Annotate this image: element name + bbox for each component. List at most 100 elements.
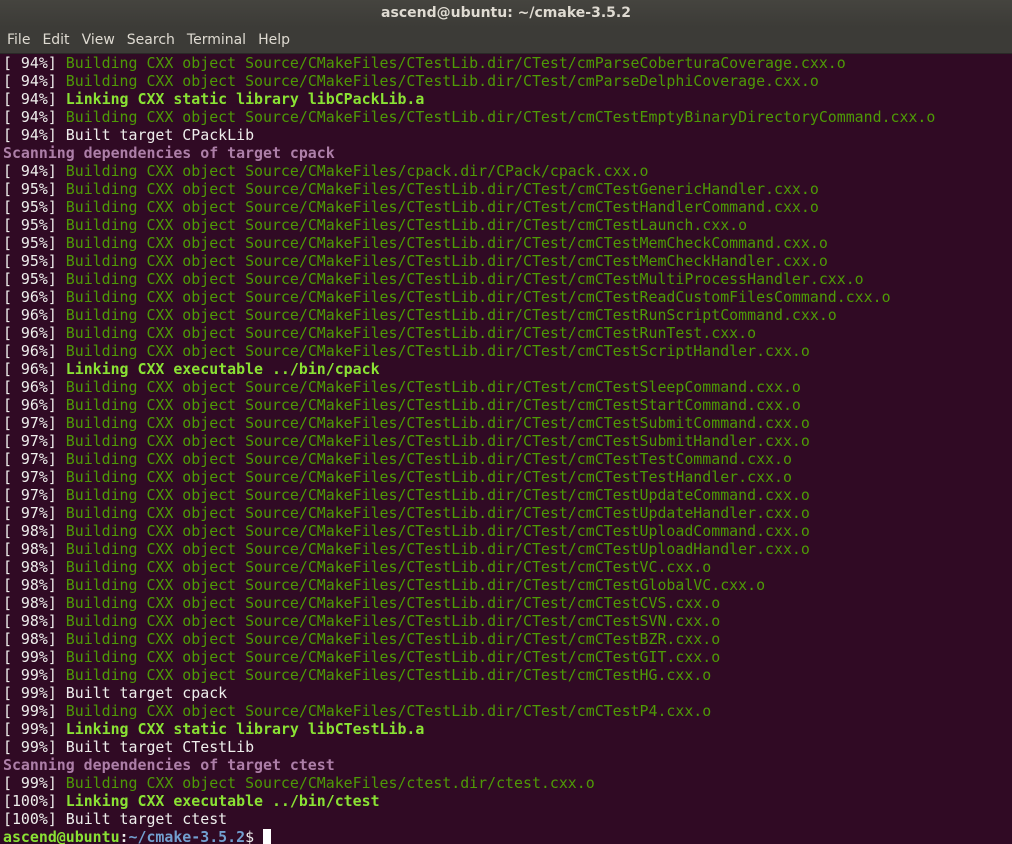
terminal-line: [ 95%] Building CXX object Source/CMakeF… [3,270,1009,288]
line-text: Building CXX object Source/CMakeFiles/CT… [65,540,810,558]
line-text: Building CXX object Source/CMakeFiles/CT… [65,342,810,360]
line-text: Built target CPackLib [65,126,255,144]
progress-percent: [ 96%] [3,288,66,306]
progress-percent: [ 98%] [3,576,66,594]
progress-percent: [ 99%] [3,666,66,684]
terminal-line: [ 97%] Building CXX object Source/CMakeF… [3,450,1009,468]
line-text: Building CXX object Source/CMakeFiles/CT… [65,378,801,396]
line-text: Building CXX object Source/CMakeFiles/CT… [65,216,748,234]
progress-percent: [ 96%] [3,396,66,414]
progress-percent: [ 94%] [3,162,66,180]
terminal-line: [ 99%] Built target CTestLib [3,738,1009,756]
progress-percent: [ 94%] [3,90,66,108]
progress-percent: [ 99%] [3,702,66,720]
progress-percent: [ 96%] [3,324,66,342]
menu-view[interactable]: View [77,27,120,54]
terminal-line: [ 98%] Building CXX object Source/CMakeF… [3,576,1009,594]
terminal-window: ascend@ubuntu: ~/cmake-3.5.2 File Edit Vie… [0,0,1012,844]
terminal-line: [100%] Built target ctest [3,810,1009,828]
line-text: Scanning dependencies of target cpack [3,144,335,162]
menu-file[interactable]: File [2,27,35,54]
terminal-line: [ 94%] Building CXX object Source/CMakeF… [3,162,1009,180]
line-text: Building CXX object Source/CMakeFiles/CT… [65,252,828,270]
line-text: Building CXX object Source/CMakeFiles/CT… [65,612,721,630]
terminal-line: Scanning dependencies of target cpack [3,144,1009,162]
line-text: Building CXX object Source/CMakeFiles/CT… [65,288,891,306]
line-text: Building CXX object Source/CMakeFiles/CT… [65,594,721,612]
shell-prompt[interactable]: ascend@ubuntu:~/cmake-3.5.2$ [3,828,1009,844]
progress-percent: [ 97%] [3,450,66,468]
line-text: Building CXX object Source/CMakeFiles/CT… [65,54,846,72]
progress-percent: [ 97%] [3,504,66,522]
terminal-line: [ 95%] Building CXX object Source/CMakeF… [3,216,1009,234]
terminal-line: [ 94%] Building CXX object Source/CMakeF… [3,72,1009,90]
line-text: Built target CTestLib [65,738,255,756]
terminal-line: [ 97%] Building CXX object Source/CMakeF… [3,486,1009,504]
line-text: Building CXX object Source/CMakeFiles/CT… [65,306,837,324]
terminal-line: [ 96%] Building CXX object Source/CMakeF… [3,342,1009,360]
progress-percent: [ 98%] [3,540,66,558]
line-text: Building CXX object Source/CMakeFiles/CT… [65,234,828,252]
terminal-line: [ 95%] Building CXX object Source/CMakeF… [3,180,1009,198]
line-text: Building CXX object Source/CMakeFiles/CT… [65,396,801,414]
terminal-line: [ 94%] Built target CPackLib [3,126,1009,144]
terminal-line: [ 96%] Building CXX object Source/CMakeF… [3,306,1009,324]
line-text: Building CXX object Source/CMakeFiles/CT… [65,432,810,450]
line-text: Building CXX object Source/CMakeFiles/CT… [65,648,721,666]
menu-edit[interactable]: Edit [37,27,74,54]
line-text: Scanning dependencies of target ctest [3,756,335,774]
terminal-line: [ 98%] Building CXX object Source/CMakeF… [3,522,1009,540]
text-cursor [263,829,271,844]
menu-terminal[interactable]: Terminal [182,27,251,54]
line-text: Linking CXX executable ../bin/cpack [65,360,380,378]
progress-percent: [ 98%] [3,630,66,648]
terminal-line: [ 98%] Building CXX object Source/CMakeF… [3,558,1009,576]
line-text: Building CXX object Source/CMakeFiles/CT… [65,666,712,684]
progress-percent: [ 94%] [3,54,66,72]
menu-help[interactable]: Help [253,27,295,54]
window-title: ascend@ubuntu: ~/cmake-3.5.2 [0,0,1012,27]
terminal-line: [ 99%] Built target cpack [3,684,1009,702]
prompt-user-host: ascend@ubuntu [3,828,120,844]
line-text: Building CXX object Source/CMakeFiles/CT… [65,270,864,288]
terminal-line: [ 97%] Building CXX object Source/CMakeF… [3,432,1009,450]
progress-percent: [100%] [3,792,66,810]
terminal-line: [ 98%] Building CXX object Source/CMakeF… [3,612,1009,630]
progress-percent: [ 94%] [3,72,66,90]
terminal-line: [ 95%] Building CXX object Source/CMakeF… [3,198,1009,216]
line-text: Building CXX object Source/CMakeFiles/CT… [65,72,819,90]
terminal-line: [ 94%] Building CXX object Source/CMakeF… [3,54,1009,72]
progress-percent: [ 95%] [3,252,66,270]
line-text: Built target cpack [65,684,228,702]
progress-percent: [ 99%] [3,774,66,792]
menu-bar: File Edit View Search Terminal Help [0,27,1012,54]
progress-percent: [ 98%] [3,612,66,630]
line-text: Building CXX object Source/CMakeFiles/cp… [65,162,649,180]
terminal-line: [ 99%] Building CXX object Source/CMakeF… [3,666,1009,684]
progress-percent: [ 97%] [3,486,66,504]
terminal-output[interactable]: [ 94%] Building CXX object Source/CMakeF… [3,54,1009,844]
progress-percent: [ 98%] [3,522,66,540]
progress-percent: [ 99%] [3,648,66,666]
progress-percent: [ 95%] [3,234,66,252]
line-text: Built target ctest [65,810,228,828]
line-text: Linking CXX executable ../bin/ctest [65,792,380,810]
line-text: Building CXX object Source/CMakeFiles/CT… [65,468,792,486]
line-text: Building CXX object Source/CMakeFiles/CT… [65,108,936,126]
progress-percent: [ 96%] [3,378,66,396]
progress-percent: [ 99%] [3,738,66,756]
terminal-line: [ 94%] Linking CXX static library libCPa… [3,90,1009,108]
progress-percent: [ 95%] [3,270,66,288]
terminal-line: [ 98%] Building CXX object Source/CMakeF… [3,630,1009,648]
line-text: Building CXX object Source/CMakeFiles/CT… [65,630,721,648]
line-text: Building CXX object Source/CMakeFiles/CT… [65,450,792,468]
terminal-line: [ 99%] Building CXX object Source/CMakeF… [3,648,1009,666]
terminal-line: [ 94%] Building CXX object Source/CMakeF… [3,108,1009,126]
menu-search[interactable]: Search [122,27,180,54]
progress-percent: [ 98%] [3,594,66,612]
terminal-line: [ 96%] Building CXX object Source/CMakeF… [3,378,1009,396]
line-text: Building CXX object Source/CMakeFiles/ct… [65,774,595,792]
prompt-separator: : [119,828,129,844]
terminal-line: [ 96%] Building CXX object Source/CMakeF… [3,396,1009,414]
terminal-line: [ 97%] Building CXX object Source/CMakeF… [3,414,1009,432]
